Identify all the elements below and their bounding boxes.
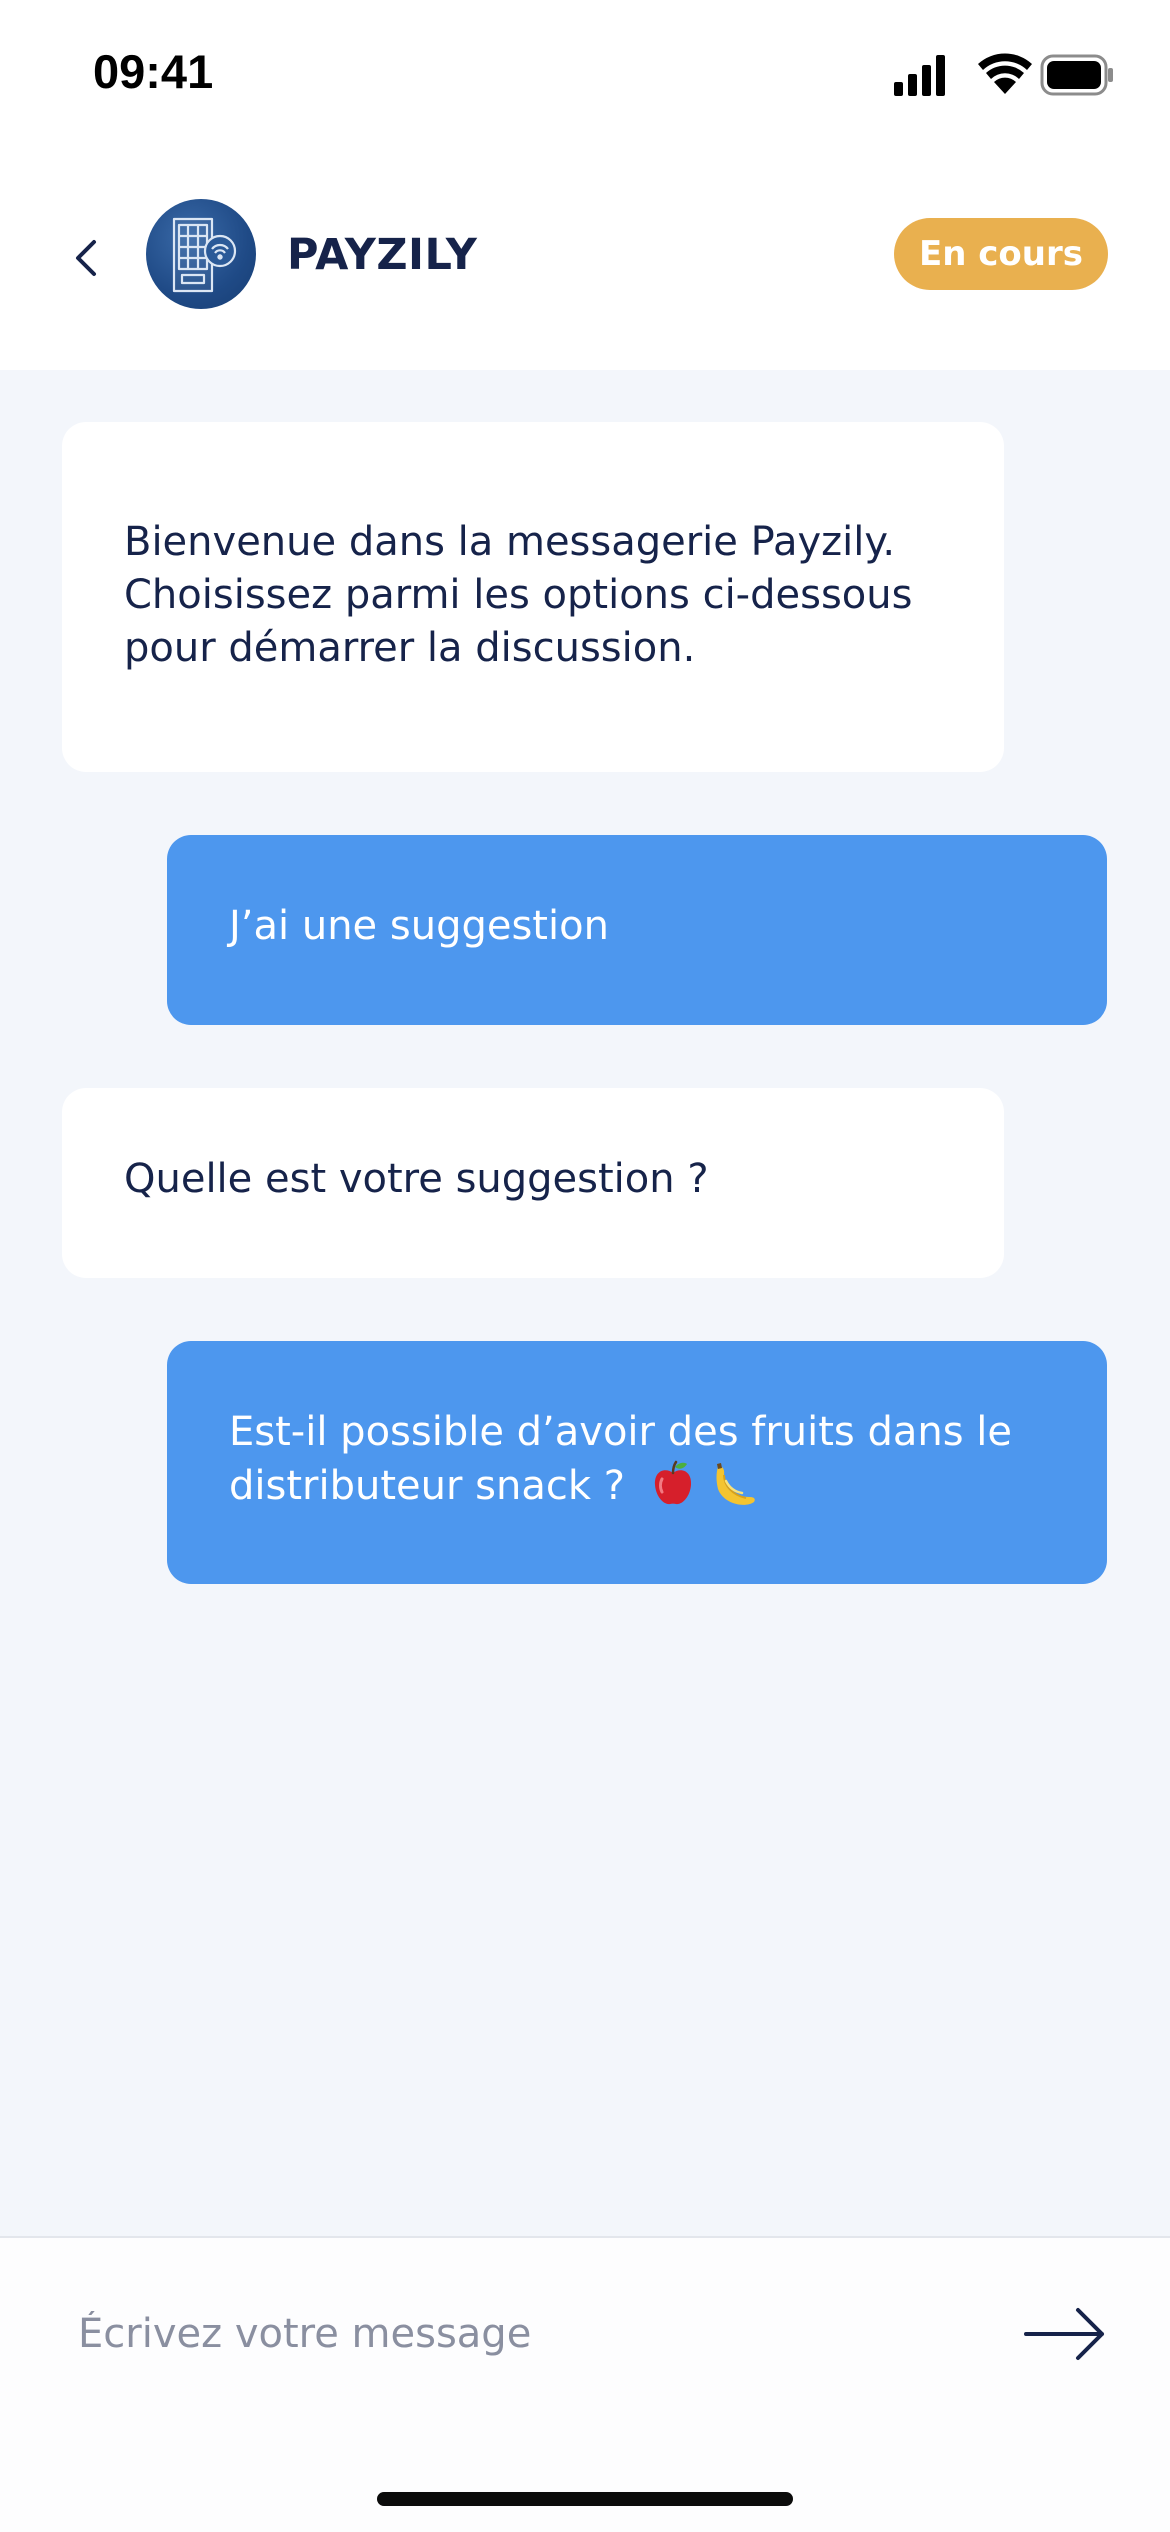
vending-machine-icon: [172, 217, 237, 293]
conversation-header: PAYZILY En cours: [0, 150, 1170, 370]
cellular-signal-icon: [894, 55, 945, 96]
message-input[interactable]: [78, 2294, 978, 2374]
back-button[interactable]: [62, 228, 112, 288]
bot-message-bubble: Bienvenue dans la messagerie Payzily. Ch…: [62, 422, 1004, 772]
message-text: Quelle est votre suggestion ?: [124, 1156, 709, 1202]
chevron-left-icon: [76, 240, 96, 276]
user-message-bubble: Est-il possible d’avoir des fruits dans …: [167, 1341, 1107, 1584]
send-button[interactable]: [1020, 2296, 1112, 2372]
home-indicator[interactable]: [377, 2492, 793, 2506]
banana-emoji: [716, 1463, 756, 1505]
status-bar: 09:41: [0, 0, 1170, 150]
user-message-bubble: J’ai une suggestion: [167, 835, 1107, 1025]
message-text-content: Est-il possible d’avoir des fruits dans …: [229, 1409, 1013, 1509]
bot-message-bubble: Quelle est votre suggestion ?: [62, 1088, 1004, 1278]
message-list: Bienvenue dans la messagerie Payzily. Ch…: [0, 370, 1170, 2236]
arrow-right-icon: [1024, 2308, 1104, 2360]
status-icons: [894, 53, 1113, 96]
message-text: Est-il possible d’avoir des fruits dans …: [229, 1406, 1037, 1513]
apple-emoji: [654, 1460, 691, 1505]
message-text: Bienvenue dans la messagerie Payzily. Ch…: [124, 519, 913, 671]
message-composer: [0, 2236, 1170, 2532]
avatar: [146, 199, 256, 309]
chat-screen: 09:41 PAYZILY En cours Bienvenue dans la…: [0, 0, 1170, 2532]
battery-icon: [1040, 54, 1113, 96]
wifi-icon: [978, 53, 1032, 94]
message-text: J’ai une suggestion: [229, 903, 609, 949]
status-time: 09:41: [93, 45, 214, 98]
status-badge: En cours: [894, 218, 1108, 290]
conversation-title: PAYZILY: [287, 230, 478, 280]
